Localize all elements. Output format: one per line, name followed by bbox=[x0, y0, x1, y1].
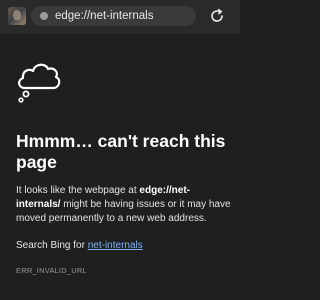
search-suggestion: Search Bing for net-internals bbox=[16, 239, 143, 252]
error-title: Hmmm… can't reach this page bbox=[16, 131, 226, 172]
browser-screen: edge://net-internals Hmmm… can't reach t… bbox=[0, 0, 240, 300]
error-description-before: It looks like the webpage at bbox=[16, 185, 140, 196]
refresh-icon[interactable] bbox=[209, 8, 225, 24]
search-prefix: Search Bing for bbox=[16, 240, 88, 251]
site-info-icon[interactable] bbox=[40, 12, 48, 20]
profile-avatar[interactable] bbox=[8, 7, 26, 25]
url-text[interactable]: edge://net-internals bbox=[55, 9, 153, 23]
error-code: ERR_INVALID_URL bbox=[16, 266, 87, 275]
address-bar[interactable]: edge://net-internals bbox=[31, 6, 196, 26]
cloud-thought-icon bbox=[18, 63, 61, 103]
error-description: It looks like the webpage at edge://net-… bbox=[16, 184, 231, 226]
search-bing-link[interactable]: net-internals bbox=[88, 240, 143, 251]
browser-toolbar: edge://net-internals bbox=[0, 0, 240, 34]
